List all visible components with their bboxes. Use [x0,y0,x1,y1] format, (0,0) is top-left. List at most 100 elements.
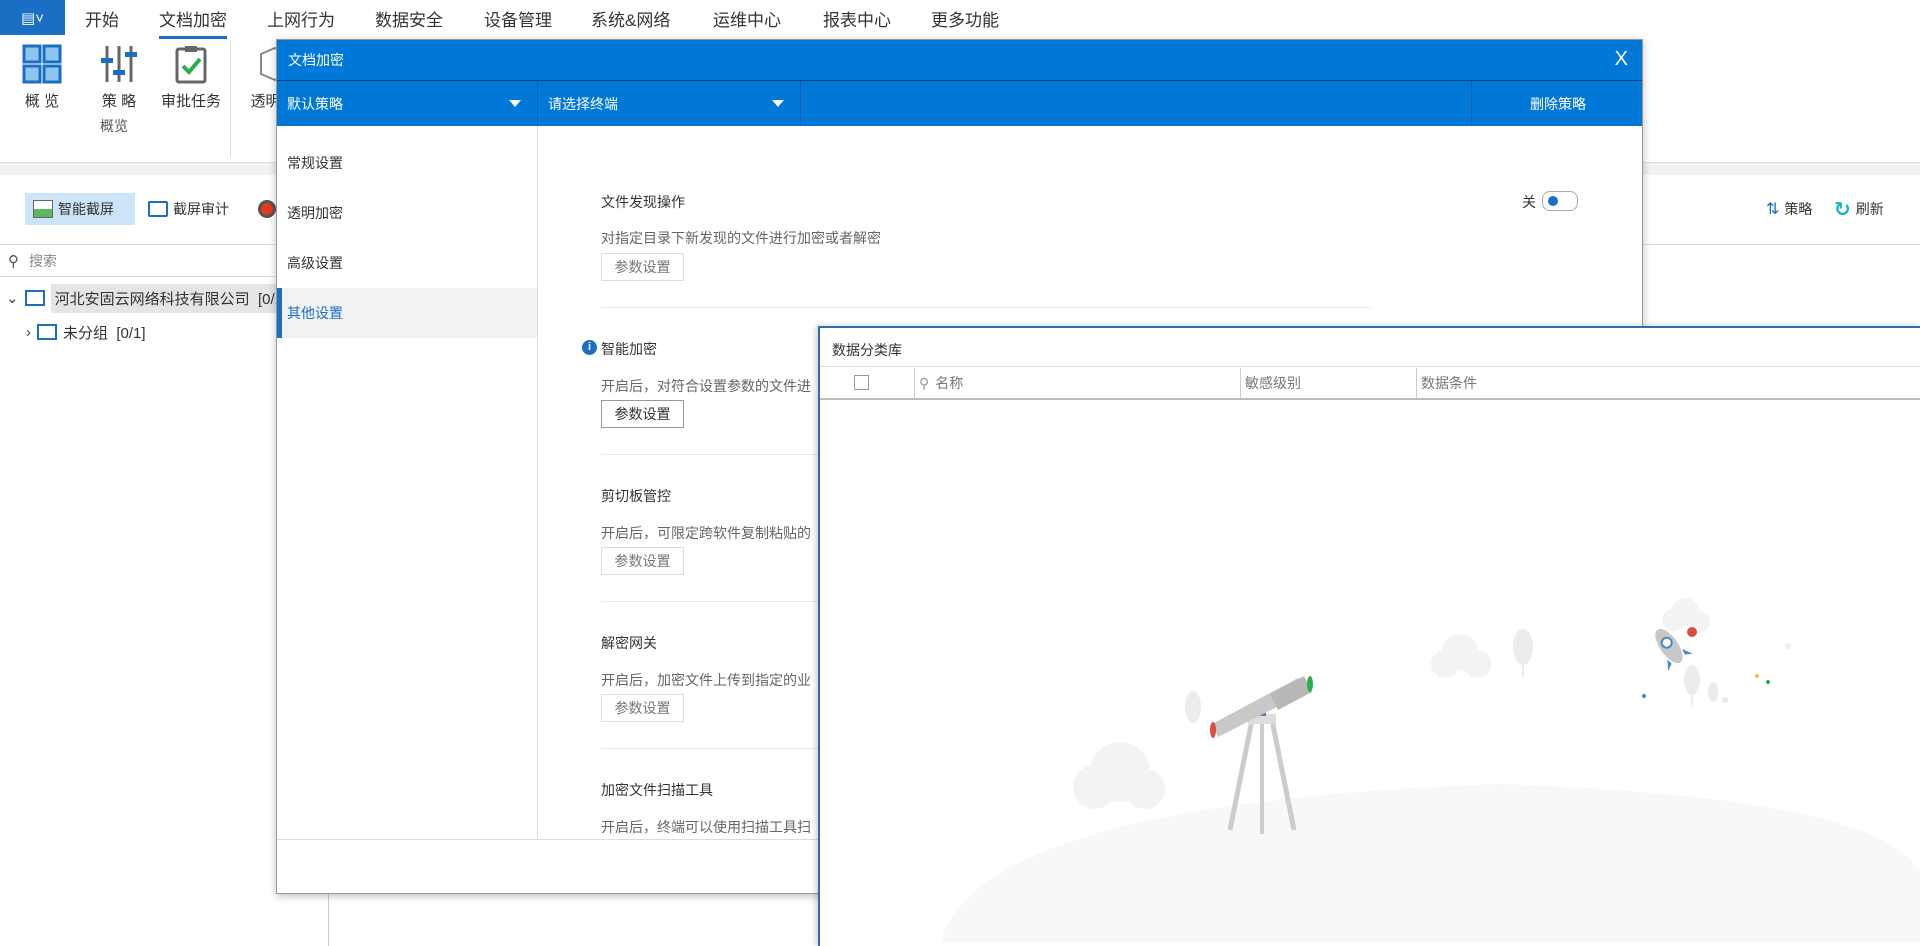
screen-audit-icon [148,201,168,217]
ribbon-group-label: 概览 [100,118,128,134]
tree-node-label: 未分组 [0/1] [63,322,146,343]
caret-down-icon [772,100,784,107]
overview-label: 概 览 [24,93,60,110]
search-icon: ⚲ [919,374,930,391]
approval-tasks-button[interactable]: 审批任务 [158,44,224,111]
dialog-title-bar: 文档加密 X [277,40,1642,80]
dot-decoration [1687,627,1697,637]
section-title: 加密文件扫描工具 [601,782,713,798]
section-title: 解密网关 [601,635,657,651]
column-name-label: 名称 [935,375,964,391]
dialog-title: 文档加密 [288,52,344,68]
menu-start[interactable]: 开始 [85,6,119,36]
overview-grid-icon [22,44,62,84]
param-settings-button[interactable]: 参数设置 [601,400,684,428]
select-all-checkbox[interactable] [854,375,869,390]
menu-web-behavior[interactable]: 上网行为 [267,6,335,36]
search-icon: ⚲ [8,252,19,270]
nav-other-settings[interactable]: 其他设置 [277,288,537,338]
section-desc: 对指定目录下新发现的文件进行加密或者解密 [601,230,881,246]
app-menu-icon: ▤˅ [21,9,44,27]
cloud-icon [1431,634,1491,678]
param-settings-button[interactable]: 参数设置 [601,253,684,281]
policy-dropdown[interactable]: 默认策略 [277,81,538,126]
approval-tasks-label: 审批任务 [160,93,221,110]
menu-ops-center[interactable]: 运维中心 [713,6,781,36]
section-title: 剪切板管控 [601,488,671,504]
sliders-icon: ⇅ [1766,201,1780,218]
section-title: 文件发现操作 [601,194,685,210]
search-input[interactable]: 搜索 [29,251,57,271]
dot-decoration [1722,697,1728,703]
menu-more[interactable]: 更多功能 [931,6,999,36]
policy-dropdown-value: 默认策略 [287,95,343,112]
hill-shape [940,784,1920,942]
screenshot-audit-button[interactable]: 截屏审计 [140,193,237,225]
column-data-condition[interactable]: 数据条件 [1416,368,1916,398]
menu-system-network[interactable]: 系统&网络 [591,6,670,36]
tree-node-ungrouped[interactable]: › 未分组 [0/1] [26,317,146,347]
refresh-icon: ↻ [1834,198,1851,221]
policy-toolbar-label: 策略 [1784,201,1813,217]
smart-screenshot-label: 智能截屏 [58,201,114,217]
ribbon-divider [230,40,231,157]
chevron-right-icon[interactable]: › [26,324,31,341]
menu-device-management[interactable]: 设备管理 [484,6,552,36]
param-settings-button[interactable]: 参数设置 [601,547,684,575]
smart-screenshot-button[interactable]: 智能截屏 [25,193,135,225]
info-icon[interactable]: i [582,340,597,355]
dialog-policy-bar: 默认策略 请选择终端 删除策略 [277,80,1642,126]
dot-decoration [1642,694,1646,698]
settings-nav: 常规设置 透明加密 高级设置 其他设置 [277,126,538,839]
screenshot-audit-label: 截屏审计 [173,201,229,217]
column-sensitivity-label: 敏感级别 [1245,375,1301,391]
section-title: 智能加密 [601,341,657,357]
section-desc: 开启后，可限定跨软件复制粘贴的 [601,525,811,541]
dot-decoration [1755,674,1759,678]
cloud-icon [1073,742,1165,809]
section-desc: 开启后，对符合设置参数的文件进 [601,378,811,394]
terminal-dropdown-value: 请选择终端 [548,95,618,112]
column-sensitivity[interactable]: 敏感级别 [1240,368,1416,398]
nav-advanced-settings[interactable]: 高级设置 [277,238,537,288]
menu-bar: ▤˅ 开始 文档加密 上网行为 数据安全 设备管理 系统&网络 运维中心 报表中… [0,0,1920,40]
section-desc: 开启后，加密文件上传到指定的业 [601,672,811,688]
table-header: ⚲ 名称 敏感级别 数据条件 [820,366,1920,400]
toggle-knob [1548,196,1558,206]
column-data-condition-label: 数据条件 [1421,375,1477,391]
menu-data-security[interactable]: 数据安全 [375,6,443,36]
file-discovery-toggle[interactable] [1542,191,1578,211]
dot-decoration [1785,643,1791,649]
window-title: 数据分类库 [832,342,902,358]
tree-node-name: 河北安固云网络科技有限公司 [54,290,250,308]
image-icon [33,200,53,218]
tree-node-name: 未分组 [63,324,109,342]
refresh-button[interactable]: ↻ 刷新 [1826,193,1892,225]
nav-general-settings[interactable]: 常规设置 [277,138,537,188]
policy-button[interactable]: 策 略 [95,44,143,111]
delete-policy-button[interactable]: 删除策略 [1471,81,1644,126]
menu-report-center[interactable]: 报表中心 [823,6,891,36]
dot-decoration [1766,680,1770,684]
sliders-icon [101,46,137,82]
clipboard-check-icon [175,46,207,84]
refresh-label: 刷新 [1855,201,1884,217]
delete-policy-label: 删除策略 [1530,95,1586,112]
caret-down-icon [509,100,521,107]
column-name[interactable]: ⚲ 名称 [914,368,1240,398]
overview-button[interactable]: 概 览 [18,44,66,111]
terminal-dropdown[interactable]: 请选择终端 [538,81,801,126]
menu-doc-encryption[interactable]: 文档加密 [159,6,227,39]
chevron-down-icon[interactable]: ⌄ [6,289,19,307]
nav-transparent-encryption[interactable]: 透明加密 [277,188,537,238]
computer-group-icon [37,324,57,340]
close-icon[interactable]: X [1615,48,1628,71]
section-divider [601,307,1371,308]
app-menu-button[interactable]: ▤˅ [0,0,65,35]
toggle-label: 关 [1522,194,1536,210]
policy-toolbar-button[interactable]: ⇅ 策略 [1758,193,1820,225]
tree-node-label: 河北安固云网络科技有限公司 [0/1] [50,283,292,313]
param-settings-button[interactable]: 参数设置 [601,694,684,722]
network-group-icon [24,290,45,306]
policy-label: 策 略 [101,93,137,110]
